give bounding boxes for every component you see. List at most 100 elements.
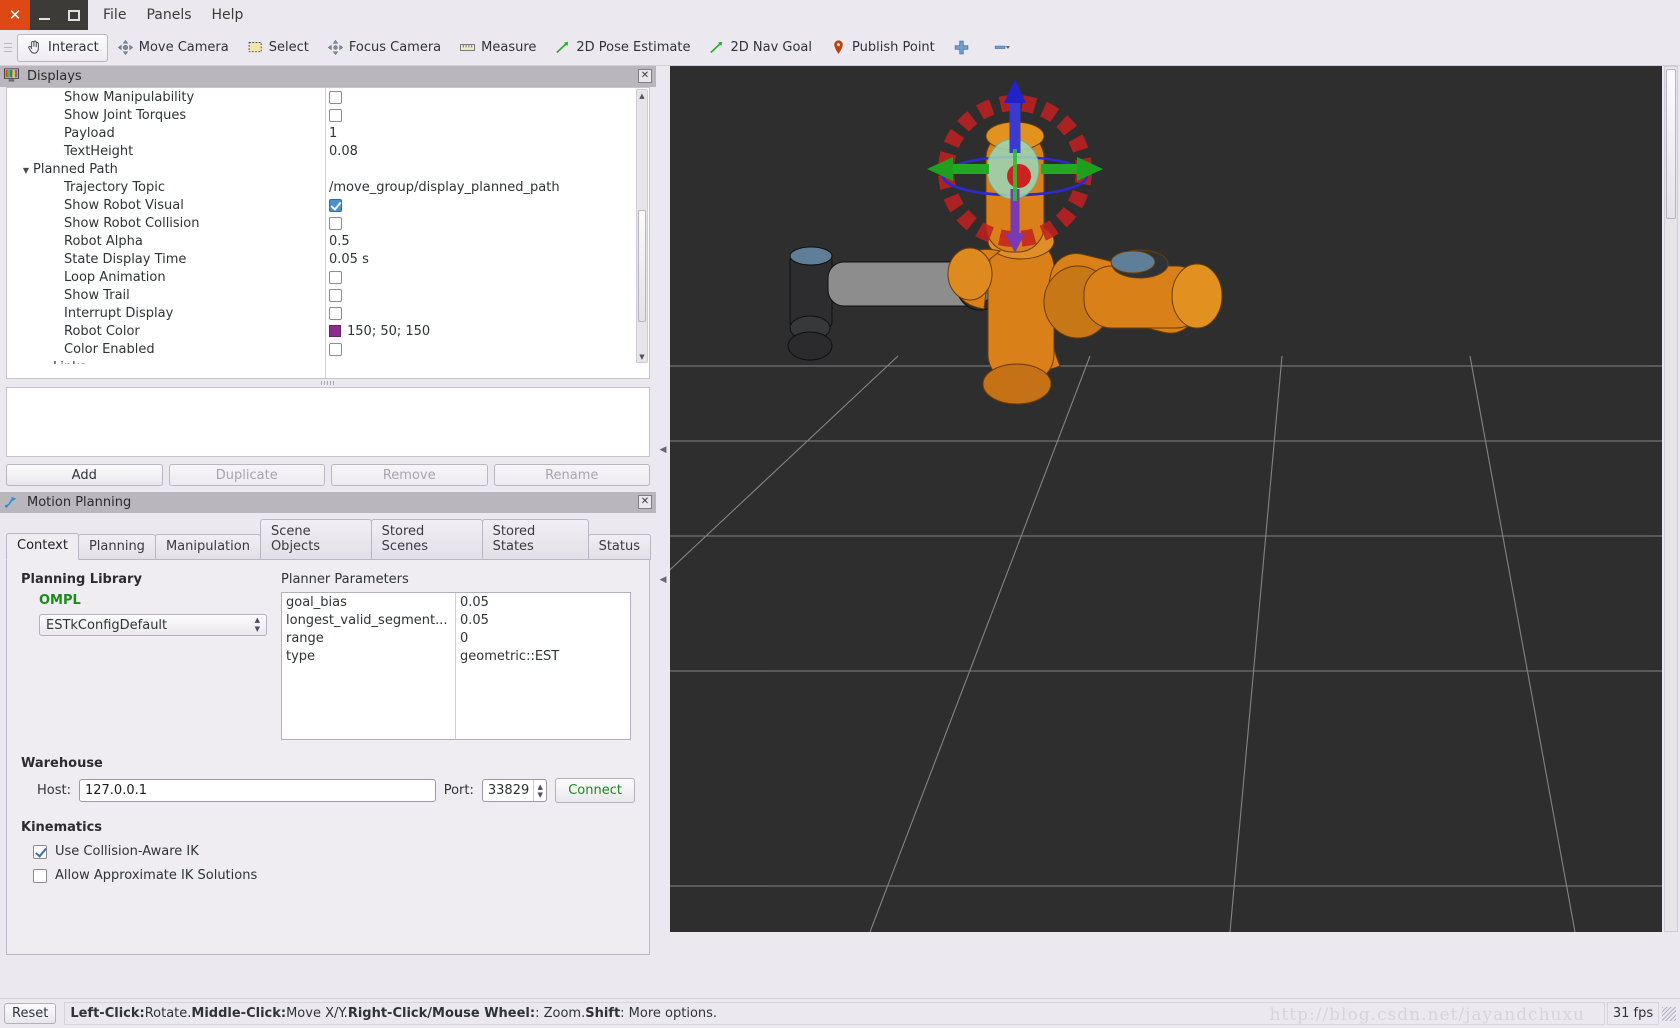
property-checkbox[interactable] [329, 198, 342, 212]
render-viewport-3d[interactable] [670, 66, 1662, 932]
display-property-row[interactable]: Show Robot Visual [7, 196, 635, 214]
tool-interact[interactable]: Interact [17, 33, 108, 62]
display-property-row[interactable]: Show Trail [7, 286, 635, 304]
display-property-row[interactable]: Show Joint Torques [7, 106, 635, 124]
tab-status[interactable]: Status [587, 534, 651, 560]
display-property-row[interactable]: State Display Time 0.05 s [7, 250, 635, 268]
tool-select[interactable]: Select [238, 34, 318, 62]
display-property-value[interactable] [325, 216, 342, 230]
planner-select[interactable]: ESTkConfigDefault ▲ ▼ [39, 614, 267, 636]
display-property-row[interactable]: Robot Color 150; 50; 150 [7, 322, 635, 340]
display-property-row[interactable]: Robot Alpha 0.5 [7, 232, 635, 250]
tab-context[interactable]: Context [6, 533, 79, 560]
tool-measure[interactable]: Measure [450, 34, 545, 62]
warehouse-host-input[interactable]: 127.0.0.1 [78, 779, 436, 802]
property-checkbox[interactable] [329, 342, 342, 356]
planner-parameters-table[interactable]: goal_bias longest_valid_segment... range ty… [281, 592, 631, 740]
tool-publish-point[interactable]: Publish Point [821, 34, 944, 62]
scroll-up-icon[interactable]: ▲ [637, 90, 647, 101]
displays-tree-scrollbar[interactable]: ▲ ▼ [636, 89, 648, 363]
expand-arrow-icon[interactable]: ▼ [23, 166, 29, 175]
property-checkbox[interactable] [329, 306, 342, 320]
menu-panels[interactable]: Panels [138, 4, 199, 26]
tool-add-plugin[interactable] [944, 34, 984, 62]
tool-move-camera[interactable]: Move Camera [108, 34, 238, 62]
property-text-value[interactable]: 0.05 s [329, 252, 369, 267]
port-spinner-icon[interactable]: ▲ ▼ [533, 780, 546, 801]
menu-file[interactable]: File [95, 4, 134, 26]
tool-remove-plugin[interactable] [984, 34, 1024, 62]
display-property-value[interactable] [325, 270, 342, 284]
scrollbar-thumb[interactable] [638, 210, 646, 322]
display-property-row[interactable]: Show Robot Collision [7, 214, 635, 232]
display-property-value[interactable] [325, 288, 342, 302]
display-property-value[interactable] [325, 198, 342, 212]
property-text-value[interactable]: 0.08 [329, 144, 358, 159]
tab-planning[interactable]: Planning [77, 534, 156, 560]
displays-splitter[interactable] [6, 379, 650, 387]
display-property-row[interactable]: Trajectory Topic/move_group/display_plan… [7, 178, 635, 196]
planner-param-value[interactable]: 0 [460, 631, 630, 649]
property-text-value[interactable]: 1 [329, 126, 337, 141]
display-property-row[interactable]: Color Enabled [7, 340, 635, 358]
planner-param-value[interactable]: 0.05 [460, 613, 630, 631]
property-checkbox[interactable] [329, 90, 342, 104]
scroll-down-icon[interactable]: ▼ [637, 351, 647, 362]
color-swatch[interactable] [329, 325, 341, 337]
viewport-vertical-scrollbar[interactable] [1664, 66, 1678, 932]
display-property-row[interactable]: ▶ Links [7, 358, 635, 365]
kinematics-option-row[interactable]: Use Collision-Aware IK [33, 844, 257, 859]
minimize-window-icon[interactable] [30, 0, 59, 30]
property-checkbox[interactable] [329, 270, 342, 284]
collapse-left-dock-icon[interactable]: ◀ [658, 430, 668, 470]
toolbar-grip[interactable] [4, 38, 14, 58]
property-text-value[interactable]: /move_group/display_planned_path [329, 180, 560, 195]
motion-planning-panel-close-icon[interactable]: ✕ [638, 495, 652, 509]
display-property-value[interactable]: 150; 50; 150 [325, 324, 430, 339]
tab-stored-states[interactable]: Stored States [481, 519, 589, 560]
add-display-button[interactable]: Add [6, 464, 163, 486]
display-property-row[interactable]: TextHeight 0.08 [7, 142, 635, 160]
display-property-value[interactable]: 0.5 [325, 234, 350, 249]
warehouse-port-input[interactable]: 33829 ▲ ▼ [481, 779, 548, 802]
planner-param-value[interactable]: geometric::EST [460, 649, 630, 667]
display-property-row[interactable]: Payload 1 [7, 124, 635, 142]
property-checkbox[interactable] [329, 108, 342, 122]
maximize-window-icon[interactable] [59, 0, 88, 30]
display-property-value[interactable]: 0.05 s [325, 252, 369, 267]
display-property-row[interactable]: Loop Animation [7, 268, 635, 286]
display-property-value[interactable]: /move_group/display_planned_path [325, 180, 560, 195]
expand-left-dock-icon[interactable]: ◀ [658, 560, 668, 600]
tool-focus-camera[interactable]: Focus Camera [318, 34, 450, 62]
display-property-value[interactable] [325, 342, 342, 356]
display-property-value[interactable] [325, 108, 342, 122]
property-checkbox[interactable] [329, 288, 342, 302]
property-text-value[interactable]: 0.5 [329, 234, 350, 249]
close-window-icon[interactable]: ✕ [0, 0, 30, 30]
tab-scene-objects[interactable]: Scene Objects [259, 519, 372, 560]
menu-help[interactable]: Help [204, 4, 252, 26]
display-property-row[interactable]: ▼ Planned Path [7, 160, 635, 178]
displays-panel-close-icon[interactable]: ✕ [638, 69, 652, 83]
expand-arrow-icon[interactable]: ▶ [43, 364, 49, 365]
property-checkbox[interactable] [329, 216, 342, 230]
display-property-row[interactable]: Interrupt Display [7, 304, 635, 322]
display-property-value[interactable]: 0.08 [325, 144, 358, 159]
kinematics-checkbox[interactable] [33, 844, 47, 859]
displays-tree[interactable]: Show Manipulability Show Joint Torques Pay… [6, 87, 650, 379]
display-property-value[interactable]: 1 [325, 126, 337, 141]
planner-param-value[interactable]: 0.05 [460, 595, 630, 613]
kinematics-checkbox[interactable] [33, 868, 47, 883]
tab-stored-scenes[interactable]: Stored Scenes [370, 519, 483, 560]
tool-2d-pose-estimate[interactable]: 2D Pose Estimate [545, 34, 699, 62]
tool-2d-nav-goal[interactable]: 2D Nav Goal [699, 34, 821, 62]
reset-button[interactable]: Reset [4, 1003, 57, 1024]
tab-manipulation[interactable]: Manipulation [154, 534, 261, 560]
viewport-scrollbar-thumb[interactable] [1666, 69, 1676, 219]
resize-grip-icon[interactable] [1662, 1006, 1676, 1021]
display-property-row[interactable]: Show Manipulability [7, 88, 635, 106]
display-property-value[interactable] [325, 306, 342, 320]
kinematics-option-row[interactable]: Allow Approximate IK Solutions [33, 868, 257, 883]
display-property-value[interactable] [325, 90, 342, 104]
warehouse-connect-button[interactable]: Connect [555, 778, 635, 803]
